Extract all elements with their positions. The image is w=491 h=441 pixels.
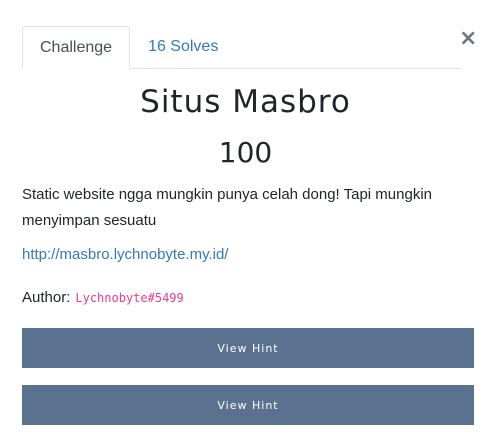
author-line: Author: Lychnobyte#5499 (22, 289, 184, 306)
close-icon[interactable]: × (459, 27, 477, 51)
challenge-description: Static website ngga mungkin punya celah … (22, 186, 432, 229)
tab-solves-label: 16 Solves (148, 38, 219, 55)
challenge-link[interactable]: http://masbro.lychnobyte.my.id/ (22, 246, 228, 263)
author-label: Author: (22, 289, 71, 306)
view-hint-button-2[interactable]: View Hint (22, 385, 474, 425)
view-hint-button-1[interactable]: View Hint (22, 328, 474, 368)
challenge-name: Situs Masbro (140, 84, 351, 120)
challenge-modal: Challenge 16 Solves × Situs Masbro 100 S… (0, 0, 491, 441)
tab-challenge[interactable]: Challenge (22, 26, 131, 69)
view-hint-label-1: View Hint (217, 341, 279, 355)
view-hint-label-2: View Hint (217, 398, 279, 412)
author-handle: Lychnobyte#5499 (75, 291, 184, 305)
tab-bar: Challenge 16 Solves (22, 26, 460, 69)
tab-challenge-label: Challenge (40, 38, 113, 56)
tab-solves[interactable]: 16 Solves (130, 26, 235, 68)
challenge-value: 100 (218, 136, 273, 169)
